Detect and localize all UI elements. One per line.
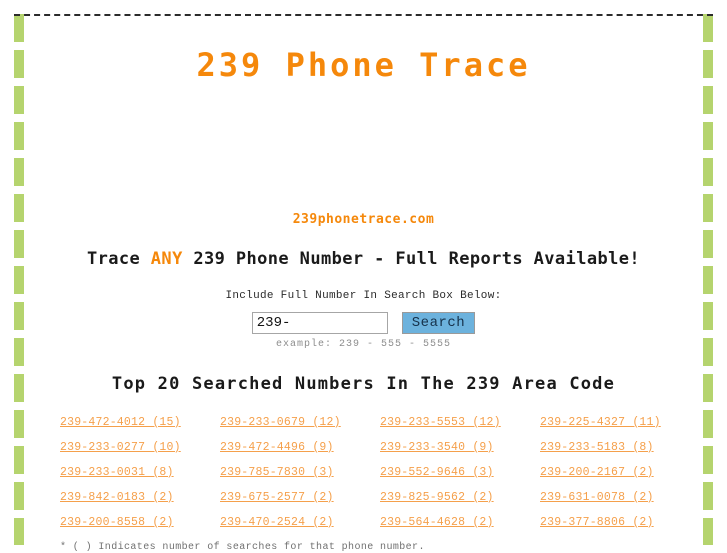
phone-number-link[interactable]: 239-785-7830 (3) bbox=[220, 466, 334, 479]
list-item: 239-233-0277 (10) bbox=[60, 438, 220, 454]
phone-number-link[interactable]: 239-377-8806 (2) bbox=[540, 516, 654, 529]
search-button[interactable]: Search bbox=[401, 311, 476, 334]
list-item: 239-377-8806 (2) bbox=[540, 513, 700, 529]
phone-number-link[interactable]: 239-200-2167 (2) bbox=[540, 466, 654, 479]
list-item: 239-233-5553 (12) bbox=[380, 413, 540, 429]
list-item: 239-233-5183 (8) bbox=[540, 438, 700, 454]
list-item: 239-233-0031 (8) bbox=[60, 463, 220, 479]
list-item: 239-842-0183 (2) bbox=[60, 488, 220, 504]
list-item: 239-233-3540 (9) bbox=[380, 438, 540, 454]
list-item: 239-472-4496 (9) bbox=[220, 438, 380, 454]
tagline-highlight: ANY bbox=[150, 249, 183, 270]
list-item: 239-785-7830 (3) bbox=[220, 463, 380, 479]
phone-number-link[interactable]: 239-842-0183 (2) bbox=[60, 491, 174, 504]
phone-number-link[interactable]: 239-552-9646 (3) bbox=[380, 466, 494, 479]
phone-number-link[interactable]: 239-631-0078 (2) bbox=[540, 491, 654, 504]
phone-number-link[interactable]: 239-225-4327 (11) bbox=[540, 416, 661, 429]
list-item: 239-200-2167 (2) bbox=[540, 463, 700, 479]
search-input[interactable] bbox=[251, 311, 388, 334]
top-searched-heading: Top 20 Searched Numbers In The 239 Area … bbox=[111, 373, 616, 394]
phone-number-link[interactable]: 239-472-4012 (15) bbox=[60, 416, 181, 429]
tagline-text-before: Trace bbox=[86, 249, 151, 270]
search-form: Search bbox=[26, 302, 701, 334]
list-item: 239-631-0078 (2) bbox=[540, 488, 700, 504]
list-item: 239-470-2524 (2) bbox=[220, 513, 380, 529]
list-item: 239-472-4012 (15) bbox=[60, 413, 220, 429]
phone-number-link[interactable]: 239-233-0277 (10) bbox=[60, 441, 181, 454]
advertisement-slot bbox=[26, 83, 701, 209]
list-item: 239-675-2577 (2) bbox=[220, 488, 380, 504]
tagline-text-after: 239 Phone Number - Full Reports Availabl… bbox=[182, 249, 641, 270]
list-item: 239-225-4327 (11) bbox=[540, 413, 700, 429]
phone-number-link[interactable]: 239-233-0031 (8) bbox=[60, 466, 174, 479]
page-content: 239 Phone Trace 239phonetrace.com Trace … bbox=[26, 16, 701, 552]
search-instructions: Include Full Number In Search Box Below: bbox=[225, 289, 502, 302]
list-item: 239-564-4628 (2) bbox=[380, 513, 540, 529]
phone-number-link[interactable]: 239-233-3540 (9) bbox=[380, 441, 494, 454]
top-searched-number-grid: 239-472-4012 (15) 239-233-0679 (12) 239-… bbox=[26, 393, 701, 529]
phone-number-link[interactable]: 239-470-2524 (2) bbox=[220, 516, 334, 529]
phone-number-link[interactable]: 239-564-4628 (2) bbox=[380, 516, 494, 529]
phone-number-link[interactable]: 239-200-8558 (2) bbox=[60, 516, 174, 529]
search-example-hint: example: 239 - 555 - 5555 bbox=[275, 338, 452, 350]
list-item: 239-825-9562 (2) bbox=[380, 488, 540, 504]
page-title: 239 Phone Trace bbox=[196, 46, 531, 84]
phone-number-link[interactable]: 239-472-4496 (9) bbox=[220, 441, 334, 454]
phone-number-link[interactable]: 239-825-9562 (2) bbox=[380, 491, 494, 504]
phone-number-link[interactable]: 239-233-0679 (12) bbox=[220, 416, 341, 429]
phone-number-link[interactable]: 239-675-2577 (2) bbox=[220, 491, 334, 504]
site-domain-label: 239phonetrace.com bbox=[292, 212, 435, 228]
phone-number-link[interactable]: 239-233-5553 (12) bbox=[380, 416, 501, 429]
list-item: 239-233-0679 (12) bbox=[220, 413, 380, 429]
phone-number-link[interactable]: 239-233-5183 (8) bbox=[540, 441, 654, 454]
tagline: Trace ANY 239 Phone Number - Full Report… bbox=[26, 226, 701, 269]
list-item: 239-200-8558 (2) bbox=[60, 513, 220, 529]
list-item: 239-552-9646 (3) bbox=[380, 463, 540, 479]
search-count-footnote: * ( ) Indicates number of searches for t… bbox=[60, 541, 425, 553]
